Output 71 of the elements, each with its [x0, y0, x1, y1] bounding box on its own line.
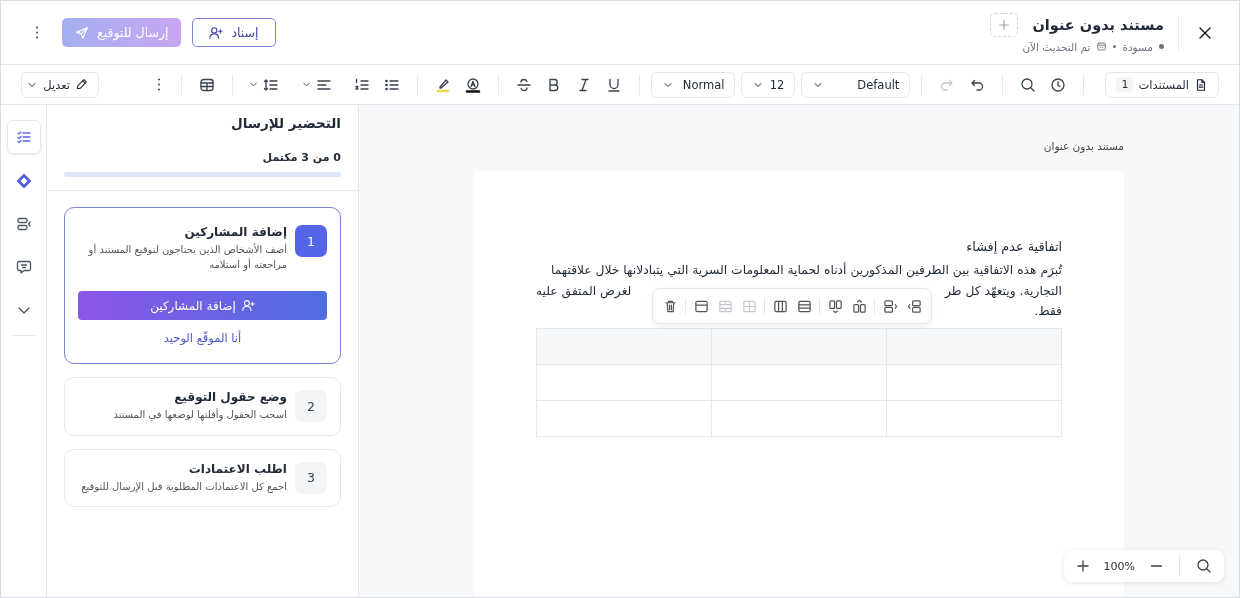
calendar-icon [1096, 41, 1108, 52]
search-icon [1196, 558, 1212, 574]
status-text: مسودة [1122, 40, 1153, 53]
user-plus-icon [241, 299, 255, 312]
plus-icon [997, 17, 1012, 32]
step-description: اجمع كل الاعتمادات المطلوبة قبل الإرسال للتوقيع [81, 479, 287, 494]
paragraph-text: تُبرَم هذه الاتفاقية بين الطرفين المذكورين أدناه لحماية المعلومات السرية التي يتبادلانها خلال علاقتهما [550, 261, 1062, 280]
step-description: أضف الأشخاص الذين يحتاجون لتوقيع المستند أو مراجعته أو استلامه [87, 243, 287, 272]
send-icon [75, 25, 89, 40]
font-select[interactable]: Default [801, 71, 911, 98]
table-cell[interactable] [536, 328, 712, 364]
table-cell[interactable] [536, 400, 712, 436]
table-icon [199, 76, 216, 93]
comment-icon [15, 259, 32, 275]
step-number: 3 [295, 461, 327, 494]
document-heading: اتفاقية عدم إفشاء [966, 239, 1062, 254]
checklist-icon [15, 129, 32, 145]
separator-dot [1113, 45, 1117, 48]
columns-icon [772, 298, 788, 314]
font-size-select[interactable]: 12 [741, 71, 796, 98]
table-cell[interactable] [886, 364, 1062, 400]
table-cell[interactable] [536, 364, 712, 400]
panel-title: التحضير للإرسال [230, 115, 341, 131]
style-select[interactable]: Normal [651, 71, 736, 98]
header-row-icon [693, 298, 709, 314]
updated-text: تم التحديث الآن [1022, 40, 1091, 53]
table-cell[interactable] [711, 400, 887, 436]
insert-column-after-icon [851, 298, 867, 314]
step-title: اطلب الاعتمادات [187, 461, 287, 476]
step-number: 1 [295, 225, 327, 257]
fields-icon [15, 216, 32, 232]
table-cell[interactable] [711, 364, 887, 400]
step-description: اسحب الحقول وأفلتها لوضعها في المستند [113, 408, 287, 423]
checklist-button[interactable] [6, 120, 41, 154]
edit-mode-button[interactable]: تعديل [21, 71, 99, 98]
table-cell[interactable] [886, 328, 1062, 364]
diamond-icon [15, 173, 32, 189]
pencil-icon [75, 78, 88, 91]
user-plus-icon [209, 25, 224, 40]
split-cell-icon [741, 298, 757, 314]
paragraph-text: لغرض المتفق عليه [536, 282, 632, 301]
assign-button[interactable]: إسناد [192, 18, 276, 47]
progress-text: 0 من 3 مكتمل [261, 151, 341, 164]
history-icon [1050, 76, 1067, 93]
document-label: مستند بدون عنوان [1043, 140, 1124, 152]
count-badge: 1 [1116, 77, 1134, 92]
step-number: 2 [295, 390, 327, 423]
more-icon [35, 26, 39, 39]
delete-table-icon [662, 298, 678, 314]
document-icon [1194, 77, 1208, 92]
table-cell[interactable] [886, 400, 1062, 436]
numbered-list-icon [354, 76, 371, 93]
zoom-level: 100% [1102, 559, 1136, 573]
insert-column-before-icon [827, 298, 843, 314]
step-title: وضع حقول التوقيع [173, 390, 287, 404]
insert-row-before-icon [882, 298, 898, 314]
strikethrough-icon [516, 76, 533, 93]
step-title: إضافة المشاركين [183, 225, 287, 239]
more-icon [157, 78, 162, 91]
only-signer-link[interactable]: أنا الموقّع الوحيد [163, 331, 242, 345]
insert-row-after-icon [906, 298, 922, 314]
paragraph-text: فقط. [1034, 303, 1062, 320]
rows-icon [796, 298, 812, 314]
add-participants-button[interactable]: إضافة المشاركين [78, 291, 327, 320]
text-color-icon [465, 76, 482, 93]
search-icon [1020, 76, 1037, 93]
document-title: مستند بدون عنوان [1032, 16, 1164, 33]
status-dot [1159, 44, 1164, 49]
paragraph-text: التجارية. ويتعهّد كل طر [945, 282, 1062, 301]
table-cell[interactable] [711, 328, 887, 364]
merge-cells-icon [717, 298, 733, 314]
